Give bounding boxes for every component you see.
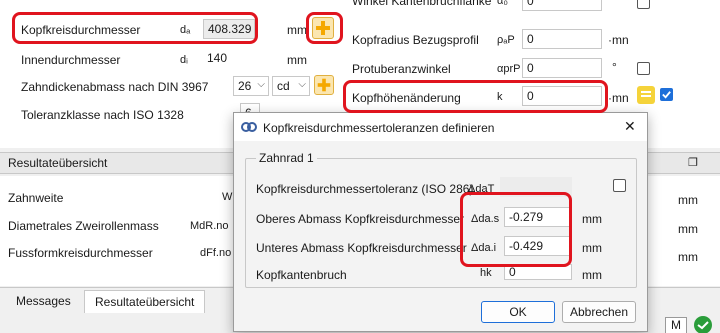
protub-symbol: αprP (497, 63, 521, 75)
dialog-row-label: Kopfkreisdurchmessertoleranz (ISO 286) (256, 182, 474, 196)
kopfhoehe-unit: ·mn (608, 91, 629, 105)
kopfkreis-input[interactable]: 408.329 (203, 19, 255, 39)
dialog-title: Kopfkreisdurchmessertoleranzen definiere… (263, 121, 495, 135)
iso286-checkbox[interactable] (613, 179, 626, 192)
kopfkreis-tolerance-plus-button[interactable] (312, 17, 334, 39)
result-row-label: Fussformkreisdurchmesser (8, 246, 153, 260)
unteres-abmass-input[interactable]: -0.429 (504, 236, 572, 256)
oberes-abmass-input[interactable]: -0.279 (504, 207, 572, 227)
tab-resultateuebersicht[interactable]: Resultateübersicht (84, 290, 206, 313)
protub-checkbox[interactable] (637, 62, 650, 75)
kopfhoehe-symbol: k (497, 91, 503, 103)
innen-symbol: dᵢ (180, 54, 188, 66)
dialog-row-label: Kopfkantenbruch (256, 268, 347, 282)
dialog-row-unit: mm (582, 268, 602, 282)
zahndicke-number-value: 26 (238, 79, 252, 93)
dialog-row-unit: mm (582, 241, 602, 255)
result-row-unit: mm (678, 193, 698, 207)
winkel-checkbox[interactable] (637, 0, 650, 9)
kopfkreis-label: Kopfkreisdurchmesser (21, 23, 141, 37)
kopfradius-input[interactable]: 0 (522, 29, 602, 49)
plus-icon (316, 21, 330, 35)
zahndicke-number-select[interactable]: 26 ⌵ (233, 76, 269, 96)
winkel-input[interactable]: 0 (522, 0, 602, 11)
result-row-label: Zahnweite (8, 191, 64, 205)
dialog-row-label: Unteres Abmass Kopfkreisdurchmesser (256, 241, 467, 255)
close-icon[interactable]: ✕ (624, 118, 636, 135)
innen-label: Innendurchmesser (21, 53, 121, 67)
tab-messages[interactable]: Messages (6, 290, 81, 312)
result-row-unit: mm (678, 250, 698, 264)
result-row-symbol: dFf.no (200, 247, 232, 259)
kopfkreis-symbol: dₐ (180, 24, 191, 36)
chevron-down-icon: ⌵ (257, 79, 265, 90)
dialog-row-unit: mm (582, 212, 602, 226)
list-menu-icon[interactable] (637, 86, 655, 104)
result-title: Resultateübersicht (8, 156, 108, 170)
kopfradius-unit: ·mn (608, 33, 629, 47)
zahndicke-label: Zahndickenabmass nach DIN 3967 (21, 80, 209, 94)
kopfhoehe-label: Kopfhöhenänderung (352, 91, 461, 105)
innen-unit: mm (287, 53, 307, 67)
kopfhoehe-checkbox[interactable] (660, 88, 673, 101)
result-row-symbol: MdR.no (190, 220, 229, 232)
kopfradius-symbol: ρₐP (497, 34, 515, 46)
kopfradius-label: Kopfradius Bezugsprofil (352, 33, 479, 47)
protub-input[interactable]: 0 (522, 58, 602, 78)
cancel-button[interactable]: Abbrechen (562, 301, 636, 323)
toleranz-label: Toleranzklasse nach ISO 1328 (21, 108, 184, 122)
group-title: Zahnrad 1 (256, 151, 317, 165)
restore-icon[interactable]: ❐ (688, 156, 698, 169)
protub-unit: ° (612, 60, 617, 74)
kopfkreis-unit: mm (287, 23, 307, 37)
protub-label: Protuberanzwinkel (352, 62, 451, 76)
innen-input[interactable]: 140 (203, 49, 255, 69)
dialog-row-symbol: Δda.i (471, 242, 497, 254)
kopfhoehe-input[interactable]: 0 (522, 86, 602, 106)
dialog-row-symbol: ΔdaT (468, 183, 495, 195)
result-row-symbol: W (222, 191, 233, 203)
zahndicke-code-select[interactable]: cd ⌵ (272, 76, 310, 96)
chevron-down-icon: ⌵ (298, 79, 306, 90)
ok-button[interactable]: OK (481, 301, 555, 323)
check-circle-icon (694, 316, 712, 333)
dialog-row-symbol: Δda.s (471, 213, 500, 225)
status-m-box: M (665, 317, 687, 333)
result-row-label: Diametrales Zweirollenmass (8, 219, 159, 233)
check-icon (662, 91, 671, 99)
dialog-row-symbol: hk (480, 267, 492, 279)
result-row-unit: mm (678, 222, 698, 236)
plus-icon (317, 78, 331, 92)
app-logo-icon (241, 119, 257, 135)
zahndicke-plus-button[interactable] (314, 75, 334, 95)
kopfkantenbruch-input[interactable]: 0 (504, 264, 572, 280)
winkel-label: Winkel Kantenbruchflanke (352, 0, 492, 8)
zahndicke-code-value: cd (277, 79, 290, 93)
winkel-symbol: α₀ (497, 0, 508, 7)
dialog-row-label: Oberes Abmass Kopfkreisdurchmesser (256, 212, 465, 226)
iso286-input[interactable] (500, 177, 572, 197)
